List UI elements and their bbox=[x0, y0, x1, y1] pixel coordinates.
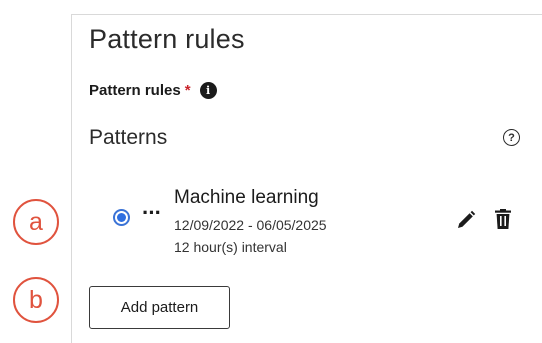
patterns-section-title: Patterns bbox=[89, 126, 168, 149]
add-pattern-button[interactable]: Add pattern bbox=[89, 286, 230, 329]
pattern-date-range: 12/09/2022 - 06/05/2025 bbox=[174, 217, 327, 233]
trash-icon bbox=[495, 209, 511, 229]
required-marker: * bbox=[184, 82, 191, 99]
pattern-interval: 12 hour(s) interval bbox=[174, 239, 287, 255]
pattern-list-item: ··· Machine learning 12/09/2022 - 06/05/… bbox=[100, 180, 530, 260]
help-icon[interactable]: ? bbox=[503, 129, 520, 146]
radio-selected-dot bbox=[117, 213, 126, 222]
delete-pattern-button[interactable] bbox=[495, 209, 511, 229]
field-label-text: Pattern rules bbox=[89, 82, 181, 99]
page-title: Pattern rules bbox=[89, 24, 245, 54]
pencil-icon bbox=[458, 210, 476, 228]
callout-a: a bbox=[13, 199, 59, 245]
info-icon[interactable]: i bbox=[199, 82, 217, 99]
stage: Pattern rules Pattern rules * i Patterns… bbox=[0, 0, 542, 343]
pattern-select-radio[interactable] bbox=[113, 209, 130, 226]
pattern-rules-field-label: Pattern rules * i bbox=[89, 82, 217, 99]
pattern-name: Machine learning bbox=[174, 187, 319, 208]
callout-b: b bbox=[13, 277, 59, 323]
edit-pattern-button[interactable] bbox=[456, 210, 476, 230]
drag-handle-icon[interactable]: ··· bbox=[142, 200, 162, 226]
